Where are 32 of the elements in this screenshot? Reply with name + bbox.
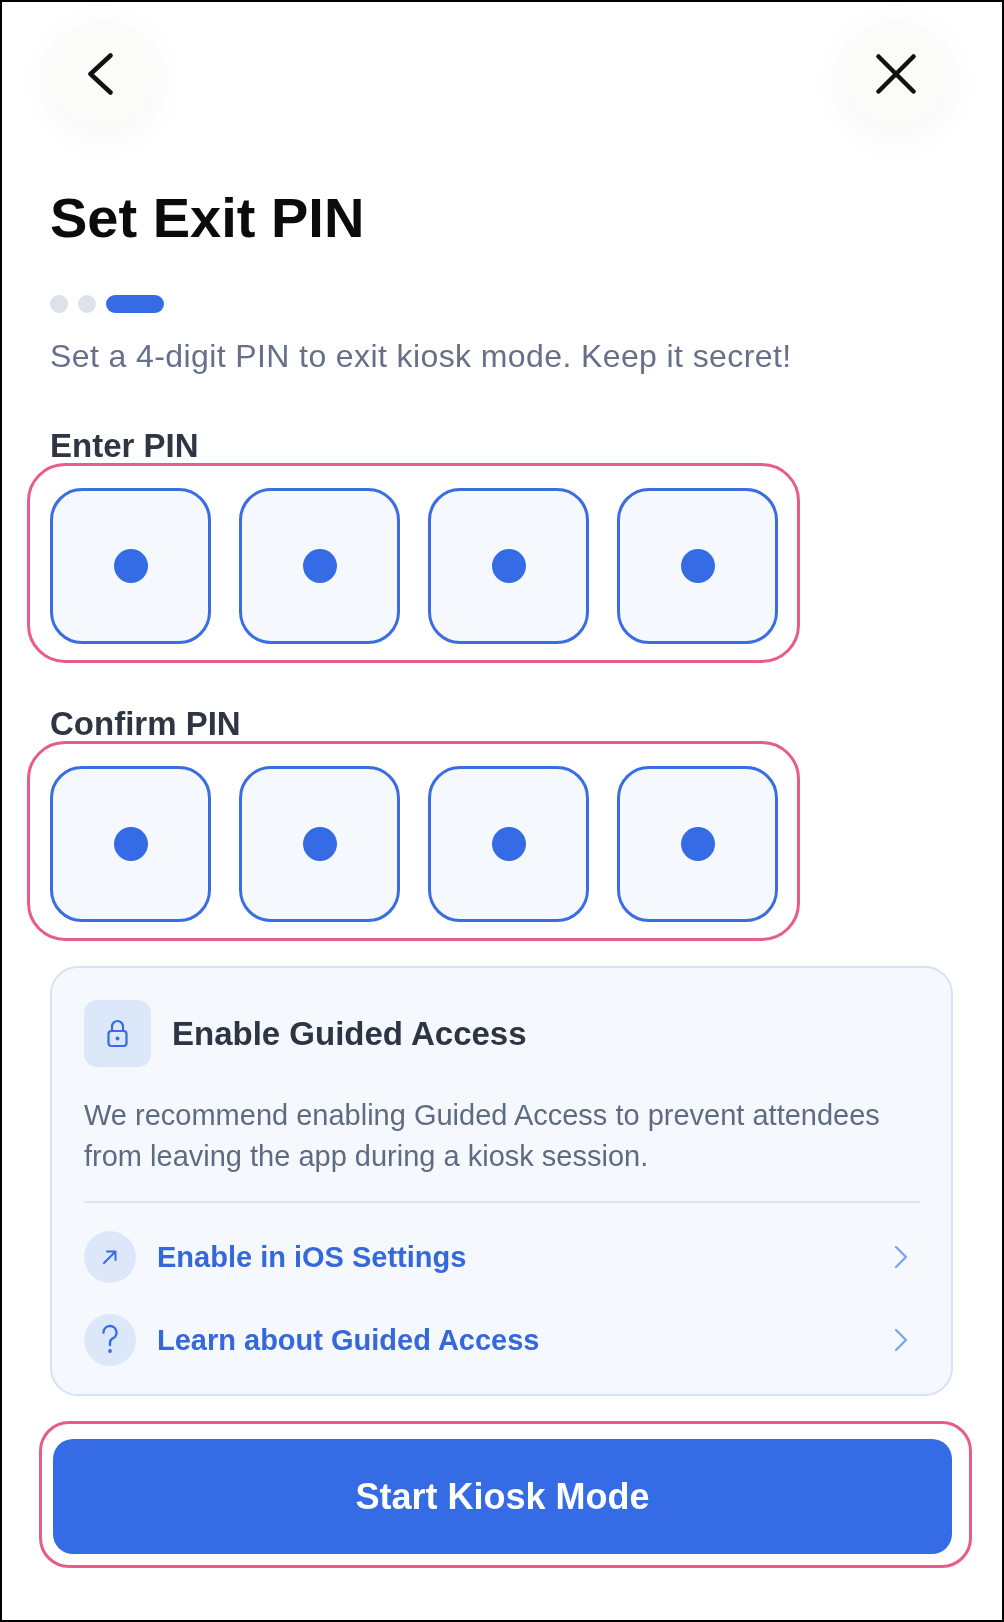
chevron-right-icon — [894, 1328, 908, 1352]
arrow-up-right-icon — [84, 1231, 136, 1283]
pin-dot-icon — [680, 827, 715, 861]
card-description: We recommend enabling Guided Access to prevent attendees from leaving the app during a kiosk session. — [84, 1098, 881, 1174]
pin-dot-icon — [302, 827, 337, 861]
field-label: Confirm PIN — [50, 707, 242, 741]
field-label: Enter PIN — [50, 429, 200, 463]
lock-icon — [84, 1000, 151, 1067]
pin-digit-field[interactable] — [617, 488, 778, 644]
pin-digit-field[interactable] — [239, 488, 400, 644]
pin-digit-field[interactable] — [617, 766, 778, 922]
pin-dot-icon — [113, 549, 148, 583]
pin-dot-icon — [302, 549, 337, 583]
close-icon — [876, 54, 916, 94]
subtitle-text: Set a 4-digit PIN to exit kiosk mode. Keep it secret! — [50, 337, 793, 376]
pin-digit-field[interactable] — [50, 766, 211, 922]
card-title: Enable Guided Access — [172, 1013, 527, 1054]
chevron-left-icon — [86, 53, 114, 95]
pin-digit-field[interactable] — [239, 766, 400, 922]
pin-dot-icon — [113, 827, 148, 861]
pin-digit-field[interactable] — [50, 488, 211, 644]
pin-dot-icon — [680, 549, 715, 583]
list-link[interactable]: Learn about Guided Access — [84, 1314, 920, 1366]
list-link[interactable]: Enable in iOS Settings — [84, 1231, 920, 1283]
pin-digit-field[interactable] — [428, 766, 589, 922]
question-icon — [84, 1314, 136, 1366]
pin-dot-icon — [491, 549, 526, 583]
pin-digit-field[interactable] — [428, 488, 589, 644]
page-title: Set Exit PIN — [50, 186, 366, 250]
pin-dot-icon — [491, 827, 526, 861]
chevron-right-icon — [894, 1245, 908, 1269]
start-kiosk-button[interactable]: Start Kiosk Mode — [53, 1439, 952, 1554]
